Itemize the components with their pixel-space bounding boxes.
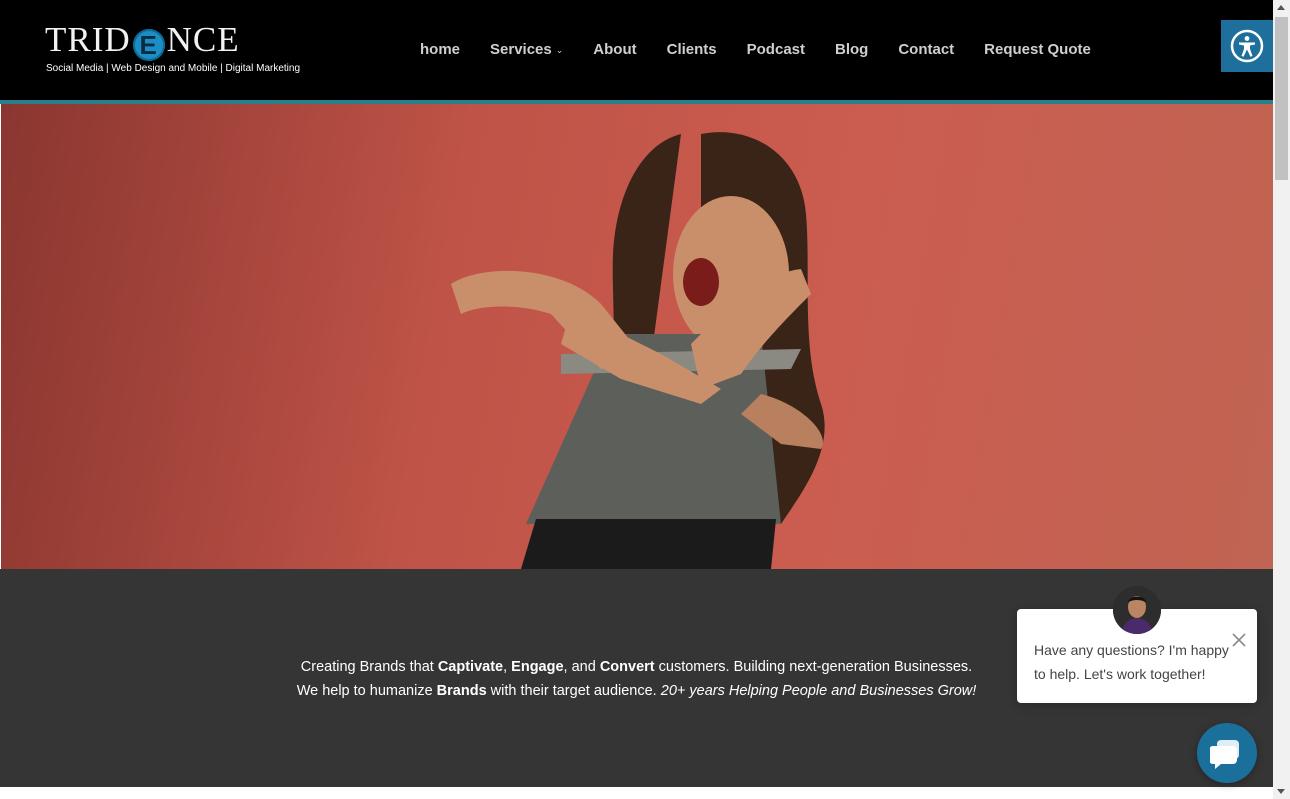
main-nav: home Services ⌄ About Clients Podcast Blo…	[420, 40, 1121, 60]
nav-item-request-quote[interactable]: Request Quote	[984, 40, 1091, 60]
hero-video[interactable]	[1, 104, 1273, 569]
chat-icon	[1210, 740, 1239, 769]
logo[interactable]: TRID E NCE Social Media | Web Design and M…	[45, 20, 300, 80]
site-header: TRID E NCE Social Media | Web Design and M…	[0, 0, 1273, 100]
nav-item-services[interactable]: Services ⌄	[490, 40, 563, 60]
chat-greeting-text: Have any questions? I'm happy to help. L…	[1034, 642, 1229, 682]
logo-mark-icon: E	[132, 29, 165, 61]
logo-wordmark: TRID E NCE	[45, 20, 240, 61]
nav-item-services-label: Services	[490, 41, 552, 58]
nav-item-clients[interactable]: Clients	[667, 40, 717, 60]
close-icon[interactable]	[1231, 632, 1247, 648]
accessibility-icon	[1230, 29, 1264, 63]
nav-item-podcast[interactable]: Podcast	[747, 40, 805, 60]
nav-item-blog[interactable]: Blog	[835, 40, 868, 60]
logo-tagline: Social Media | Web Design and Mobile | D…	[46, 63, 301, 74]
hero-dancer-image	[451, 132, 825, 569]
nav-item-home[interactable]: home	[420, 40, 460, 60]
nav-item-about[interactable]: About	[593, 40, 636, 60]
scroll-down-arrow-icon[interactable]	[1277, 789, 1285, 794]
scrollbar[interactable]	[1273, 0, 1290, 799]
avatar	[1113, 586, 1161, 634]
chat-launcher-button[interactable]	[1197, 723, 1257, 783]
nav-item-contact[interactable]: Contact	[898, 40, 954, 60]
scrollbar-thumb[interactable]	[1275, 17, 1288, 180]
scroll-up-arrow-icon[interactable]	[1277, 5, 1285, 10]
page-bottom-strip	[0, 787, 1273, 799]
agent-avatar-image	[1113, 586, 1161, 634]
accessibility-button[interactable]	[1221, 20, 1273, 72]
chevron-down-icon: ⌄	[555, 45, 564, 55]
